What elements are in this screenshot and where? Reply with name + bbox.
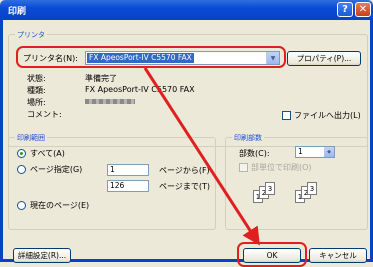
- range-pages-radio[interactable]: [17, 165, 26, 174]
- location-value-redacted: [85, 99, 135, 104]
- advanced-settings-button[interactable]: 詳細設定(R)...: [13, 248, 71, 263]
- copies-group-label: 印刷部数: [232, 133, 264, 143]
- collate-page-icon: 3: [307, 182, 317, 195]
- type-value: FX ApeosPort-IV C5570 FAX: [85, 85, 195, 94]
- range-current-radio[interactable]: [17, 201, 26, 210]
- range-all-radio[interactable]: [17, 149, 26, 158]
- page-from-suffix: ページから(F): [159, 166, 210, 175]
- type-label: 種類:: [27, 86, 46, 95]
- location-label: 場所:: [27, 98, 46, 107]
- page-to-suffix: ページまで(T): [159, 182, 210, 191]
- advanced-settings-label: 詳細設定(R)...: [17, 251, 67, 260]
- properties-button-label: プロパティ(P)...: [296, 54, 352, 63]
- range-all-label: すべて(A): [30, 149, 65, 158]
- page-to-input[interactable]: 126: [107, 180, 149, 192]
- comment-label: コメント:: [27, 110, 62, 119]
- properties-button[interactable]: プロパティ(P)...: [287, 51, 361, 66]
- status-label: 状態:: [27, 74, 46, 83]
- ok-highlight-box: [237, 242, 307, 267]
- close-button[interactable]: ✕: [355, 2, 371, 17]
- status-value: 準備完了: [85, 74, 117, 83]
- title-bar: 印刷 ? ✕: [0, 0, 373, 20]
- range-pages-label: ページ指定(G): [30, 165, 83, 174]
- collate-checkbox[interactable]: [239, 163, 248, 172]
- page-from-input[interactable]: 1: [107, 164, 149, 176]
- cancel-button[interactable]: キャンセル: [309, 248, 367, 263]
- help-button[interactable]: ?: [337, 2, 353, 17]
- print-to-file-checkbox[interactable]: [282, 111, 291, 120]
- dialog-body: プリンタ プリンタ名(N): FX ApeosPort-IV C5570 FAX…: [0, 20, 373, 267]
- range-current-label: 現在のページ(E): [30, 201, 90, 210]
- collate-label: 部単位で印刷(O): [251, 163, 312, 172]
- print-range-label: 印刷範囲: [15, 133, 47, 143]
- window-title: 印刷: [8, 7, 27, 17]
- copies-value: 1: [298, 147, 303, 156]
- print-to-file-label: ファイルへ出力(L): [294, 111, 361, 120]
- cancel-button-label: キャンセル: [319, 251, 357, 260]
- copies-input[interactable]: 1 ◆: [295, 146, 335, 158]
- copies-label: 部数(C):: [239, 149, 270, 158]
- collate-page-icon: 3: [265, 182, 275, 195]
- printer-group-label: プリンタ: [15, 30, 47, 40]
- spinner-icon[interactable]: ◆: [324, 147, 334, 157]
- printer-highlight-box: [16, 46, 286, 68]
